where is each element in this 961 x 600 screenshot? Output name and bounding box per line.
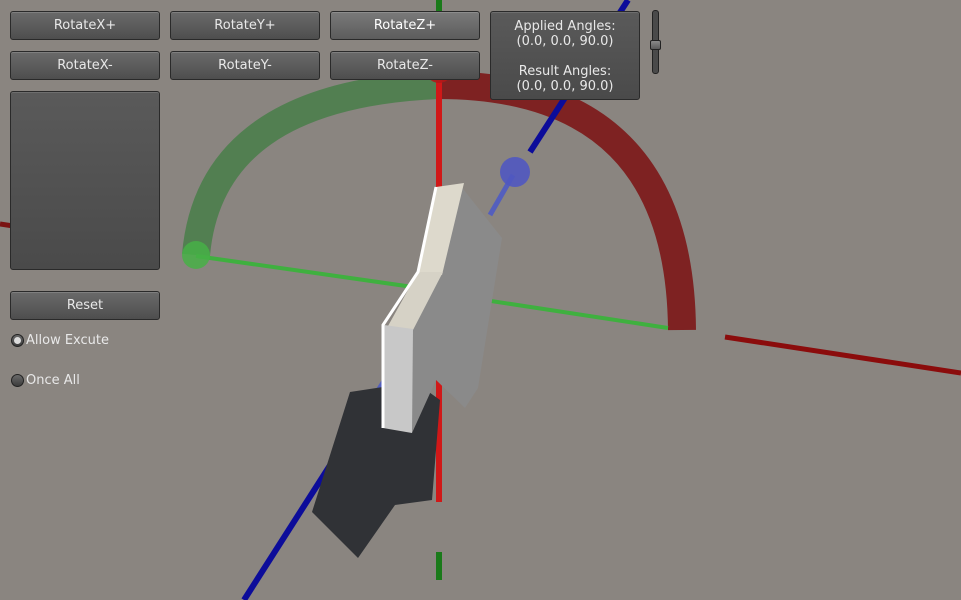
angles-spacer [491, 49, 639, 64]
rotate-z-minus-button[interactable]: RotateZ- [330, 51, 480, 80]
once-all-toggle[interactable]: Once All [11, 373, 80, 388]
y-handle-ball[interactable] [182, 241, 210, 269]
angles-panel: Applied Angles: (0.0, 0.0, 90.0) Result … [490, 11, 640, 100]
result-angles-label: Result Angles: [518, 64, 612, 79]
applied-angles-label: Applied Angles: [514, 19, 616, 34]
vertical-slider-thumb[interactable] [650, 40, 661, 50]
once-all-checkbox[interactable] [11, 374, 24, 387]
object-side-face [412, 185, 502, 433]
result-angles-value: (0.0, 0.0, 90.0) [516, 79, 614, 94]
x-axis-right [724, 334, 961, 376]
rotate-x-minus-button[interactable]: RotateX- [10, 51, 160, 80]
y-axis-right [464, 295, 669, 330]
rotate-y-minus-button[interactable]: RotateY- [170, 51, 320, 80]
applied-angles-value: (0.0, 0.0, 90.0) [516, 34, 614, 49]
once-all-label: Once All [26, 373, 80, 388]
rotate-z-plus-button[interactable]: RotateZ+ [330, 11, 480, 40]
allow-execute-checkbox[interactable] [11, 334, 24, 347]
y-rotation-ring[interactable] [182, 71, 439, 257]
rotate-y-plus-button[interactable]: RotateY+ [170, 11, 320, 40]
reset-button[interactable]: Reset [10, 291, 160, 320]
allow-execute-label: Allow Excute [26, 333, 109, 348]
preview-box [10, 91, 160, 270]
z-handle-ball[interactable] [500, 157, 530, 187]
y-axis-left [195, 254, 421, 290]
rotate-x-plus-button[interactable]: RotateX+ [10, 11, 160, 40]
object-front-face [383, 325, 413, 433]
allow-execute-toggle[interactable]: Allow Excute [11, 333, 109, 348]
